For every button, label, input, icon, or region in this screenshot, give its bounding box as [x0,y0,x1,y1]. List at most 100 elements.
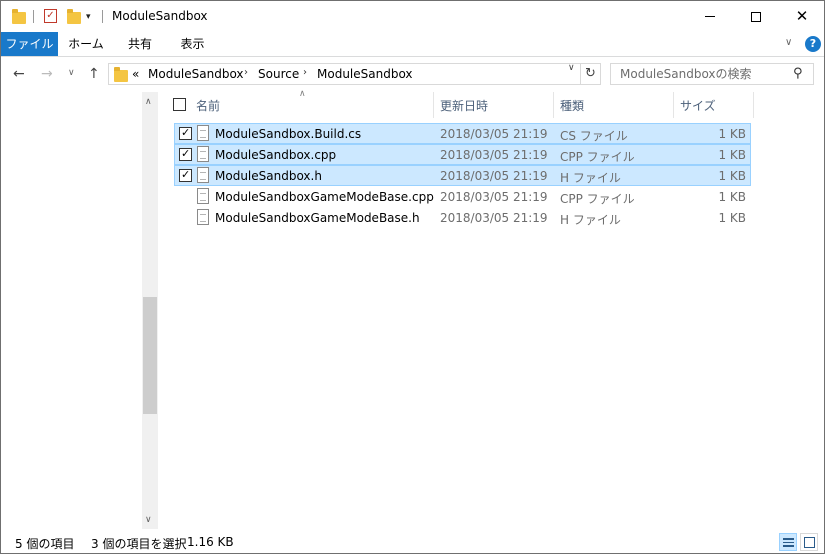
column-divider[interactable] [433,92,434,118]
column-headers: ∧ 名前 更新日時 種類 サイズ [161,89,824,118]
status-bar: 5 個の項目 3 個の項目を選択 1.16 KB [1,531,824,553]
file-icon [197,125,209,141]
checkmark-icon: ✓ [181,126,191,139]
column-header-date[interactable]: 更新日時 [440,97,488,114]
file-name: ModuleSandboxGameModeBase.h [215,211,420,225]
scroll-down-icon[interactable]: ∨ [145,515,152,525]
navigation-pane[interactable] [1,92,158,529]
file-size: 1 KB [718,127,746,141]
row-checkbox[interactable]: ✓ [179,126,192,140]
breadcrumb-overflow[interactable]: « [132,67,139,81]
table-row[interactable]: ModuleSandboxGameModeBase.cpp 2018/03/05… [174,186,751,207]
chevron-down-icon[interactable]: ∨ [568,63,575,73]
scrollbar-thumb[interactable] [143,297,157,414]
sort-ascending-icon: ∧ [299,89,306,99]
maximize-button[interactable] [733,1,779,32]
dropdown-icon[interactable]: ▾ [86,12,91,22]
address-bar[interactable]: « ModuleSandbox › Source › ModuleSandbox [108,63,581,85]
file-name: ModuleSandbox.h [215,169,322,183]
file-date: 2018/03/05 21:19 [440,127,548,141]
select-all-checkbox[interactable] [173,98,186,111]
search-icon[interactable]: ⚲ [793,66,803,81]
file-name: ModuleSandboxGameModeBase.cpp [215,190,434,204]
tab-file[interactable]: ファイル [1,32,58,56]
recent-locations-icon[interactable]: ∨ [68,68,75,78]
checkmark-icon: ✓ [181,147,191,160]
forward-arrow-icon[interactable]: → [41,66,53,82]
search-box[interactable]: ⚲ [610,63,814,85]
navigation-pane-scrollbar[interactable]: ∧ ∨ [142,92,158,529]
scroll-up-icon[interactable]: ∧ [145,97,152,107]
new-folder-icon[interactable] [67,9,81,24]
table-row[interactable]: ModuleSandboxGameModeBase.h 2018/03/05 2… [174,207,751,228]
column-header-size[interactable]: サイズ [680,97,716,114]
minimize-icon [705,16,715,17]
item-count: 5 個の項目 [15,537,75,551]
chevron-right-icon[interactable]: › [303,67,307,78]
file-size: 1 KB [718,190,746,204]
maximize-icon [751,11,761,22]
minimize-button[interactable] [687,1,733,32]
file-name: ModuleSandbox.Build.cs [215,127,362,141]
table-row[interactable]: ✓ ModuleSandbox.h 2018/03/05 21:19 H ファイ… [174,165,751,186]
back-arrow-icon[interactable]: ← [13,66,25,82]
file-type: H ファイル [560,213,621,227]
folder-icon [114,67,128,82]
toolbar-separator [102,10,103,23]
title-bar: ✓ ▾ ModuleSandbox ✕ [1,1,824,32]
large-icons-view-icon [804,537,815,548]
breadcrumb-item[interactable]: ModuleSandbox [317,67,413,81]
column-header-name[interactable]: 名前 [196,97,220,114]
selection-count: 3 個の項目を選択 [91,537,187,551]
file-date: 2018/03/05 21:19 [440,169,548,183]
properties-icon[interactable]: ✓ [44,9,57,23]
navigation-bar: ← → ∨ ↑ « ModuleSandbox › Source › Modul… [1,58,824,92]
table-row[interactable]: ✓ ModuleSandbox.Build.cs 2018/03/05 21:1… [174,123,751,144]
file-icon [197,146,209,162]
file-date: 2018/03/05 21:19 [440,148,548,162]
chevron-right-icon[interactable]: › [244,67,248,78]
close-button[interactable]: ✕ [779,1,824,32]
column-divider[interactable] [753,92,754,118]
row-checkbox[interactable]: ✓ [179,147,192,161]
breadcrumb-item[interactable]: ModuleSandbox [148,67,244,81]
tab-view[interactable]: 表示 [166,32,219,56]
table-row[interactable]: ✓ ModuleSandbox.cpp 2018/03/05 21:19 CPP… [174,144,751,165]
checkmark-icon: ✓ [181,168,191,181]
column-header-type[interactable]: 種類 [560,97,584,114]
file-type: CPP ファイル [560,150,635,164]
file-type: CPP ファイル [560,192,635,206]
window-title: ModuleSandbox [112,9,208,23]
expand-ribbon-icon[interactable]: ∨ [785,37,792,48]
close-icon: ✕ [795,7,809,25]
folder-icon[interactable] [12,9,26,24]
toolbar-separator [33,10,34,23]
ribbon: ファイル ホーム 共有 表示 ∨ ? [1,32,824,57]
column-divider[interactable] [673,92,674,118]
column-divider[interactable] [553,92,554,118]
file-icon [197,209,209,225]
details-view-icon [783,538,794,547]
file-size: 1 KB [718,169,746,183]
refresh-icon[interactable]: ↻ [581,63,601,85]
large-icons-view-button[interactable] [800,533,818,551]
file-size: 1 KB [718,148,746,162]
selection-size: 1.16 KB [187,535,234,549]
file-icon [197,188,209,204]
file-name: ModuleSandbox.cpp [215,148,337,162]
tab-home[interactable]: ホーム [58,32,114,56]
explorer-window: ✓ ▾ ModuleSandbox ✕ ファイル ホーム 共有 表示 ∨ ? ←… [0,0,825,554]
up-arrow-icon[interactable]: ↑ [88,66,100,82]
help-icon[interactable]: ? [805,36,821,52]
row-checkbox[interactable]: ✓ [179,168,192,182]
breadcrumb-item[interactable]: Source [258,67,299,81]
file-type: H ファイル [560,171,621,185]
tab-share[interactable]: 共有 [114,32,166,56]
details-view-button[interactable] [779,533,797,551]
file-date: 2018/03/05 21:19 [440,211,548,225]
file-type: CS ファイル [560,129,628,143]
search-input[interactable] [611,64,791,84]
file-date: 2018/03/05 21:19 [440,190,548,204]
file-list: ✓ ModuleSandbox.Build.cs 2018/03/05 21:1… [174,123,751,228]
file-size: 1 KB [718,211,746,225]
